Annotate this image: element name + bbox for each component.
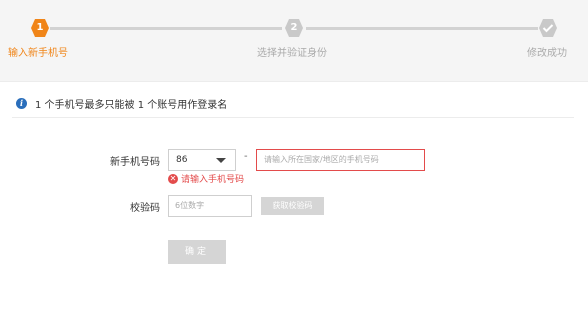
- confirm-button[interactable]: 确定: [168, 240, 226, 264]
- phone-input[interactable]: 请输入所在国家/地区的手机号码: [256, 149, 425, 171]
- step-3-label: 修改成功: [527, 48, 567, 59]
- login-notice: i 1 个手机号最多只能被 1 个账号用作登录名: [16, 96, 227, 111]
- check-icon: [538, 18, 558, 38]
- progress-steps: 1 2 输入新手机号 选择并验证身份 修改成功: [0, 0, 588, 82]
- phone-error: ✕ 请输入手机号码: [168, 172, 244, 185]
- step-connector: [306, 27, 538, 30]
- step-1-indicator: 1: [30, 18, 50, 38]
- notice-text: 1 个手机号最多只能被 1 个账号用作登录名: [35, 100, 228, 111]
- phone-error-text: 请输入手机号码: [181, 175, 245, 185]
- separator: -: [244, 151, 248, 162]
- error-icon: ✕: [168, 173, 178, 184]
- phone-label: 新手机号码: [110, 157, 160, 168]
- get-code-button[interactable]: 获取校验码: [261, 197, 324, 215]
- step-2-indicator: 2: [284, 18, 304, 38]
- phone-placeholder: 请输入所在国家/地区的手机号码: [264, 155, 379, 164]
- code-label: 校验码: [130, 203, 160, 214]
- divider: [12, 117, 574, 118]
- verification-code-input[interactable]: 6位数字: [168, 195, 252, 217]
- chevron-down-icon: [216, 158, 226, 163]
- step-1-label: 输入新手机号: [8, 48, 68, 59]
- country-code-value: 86: [176, 155, 188, 165]
- country-code-select[interactable]: 86: [168, 149, 236, 171]
- code-placeholder: 6位数字: [175, 201, 205, 210]
- info-icon: i: [16, 98, 27, 109]
- step-2-label: 选择并验证身份: [257, 48, 327, 59]
- step-2-number: 2: [290, 22, 298, 33]
- step-connector: [50, 27, 282, 30]
- step-1-number: 1: [36, 22, 44, 33]
